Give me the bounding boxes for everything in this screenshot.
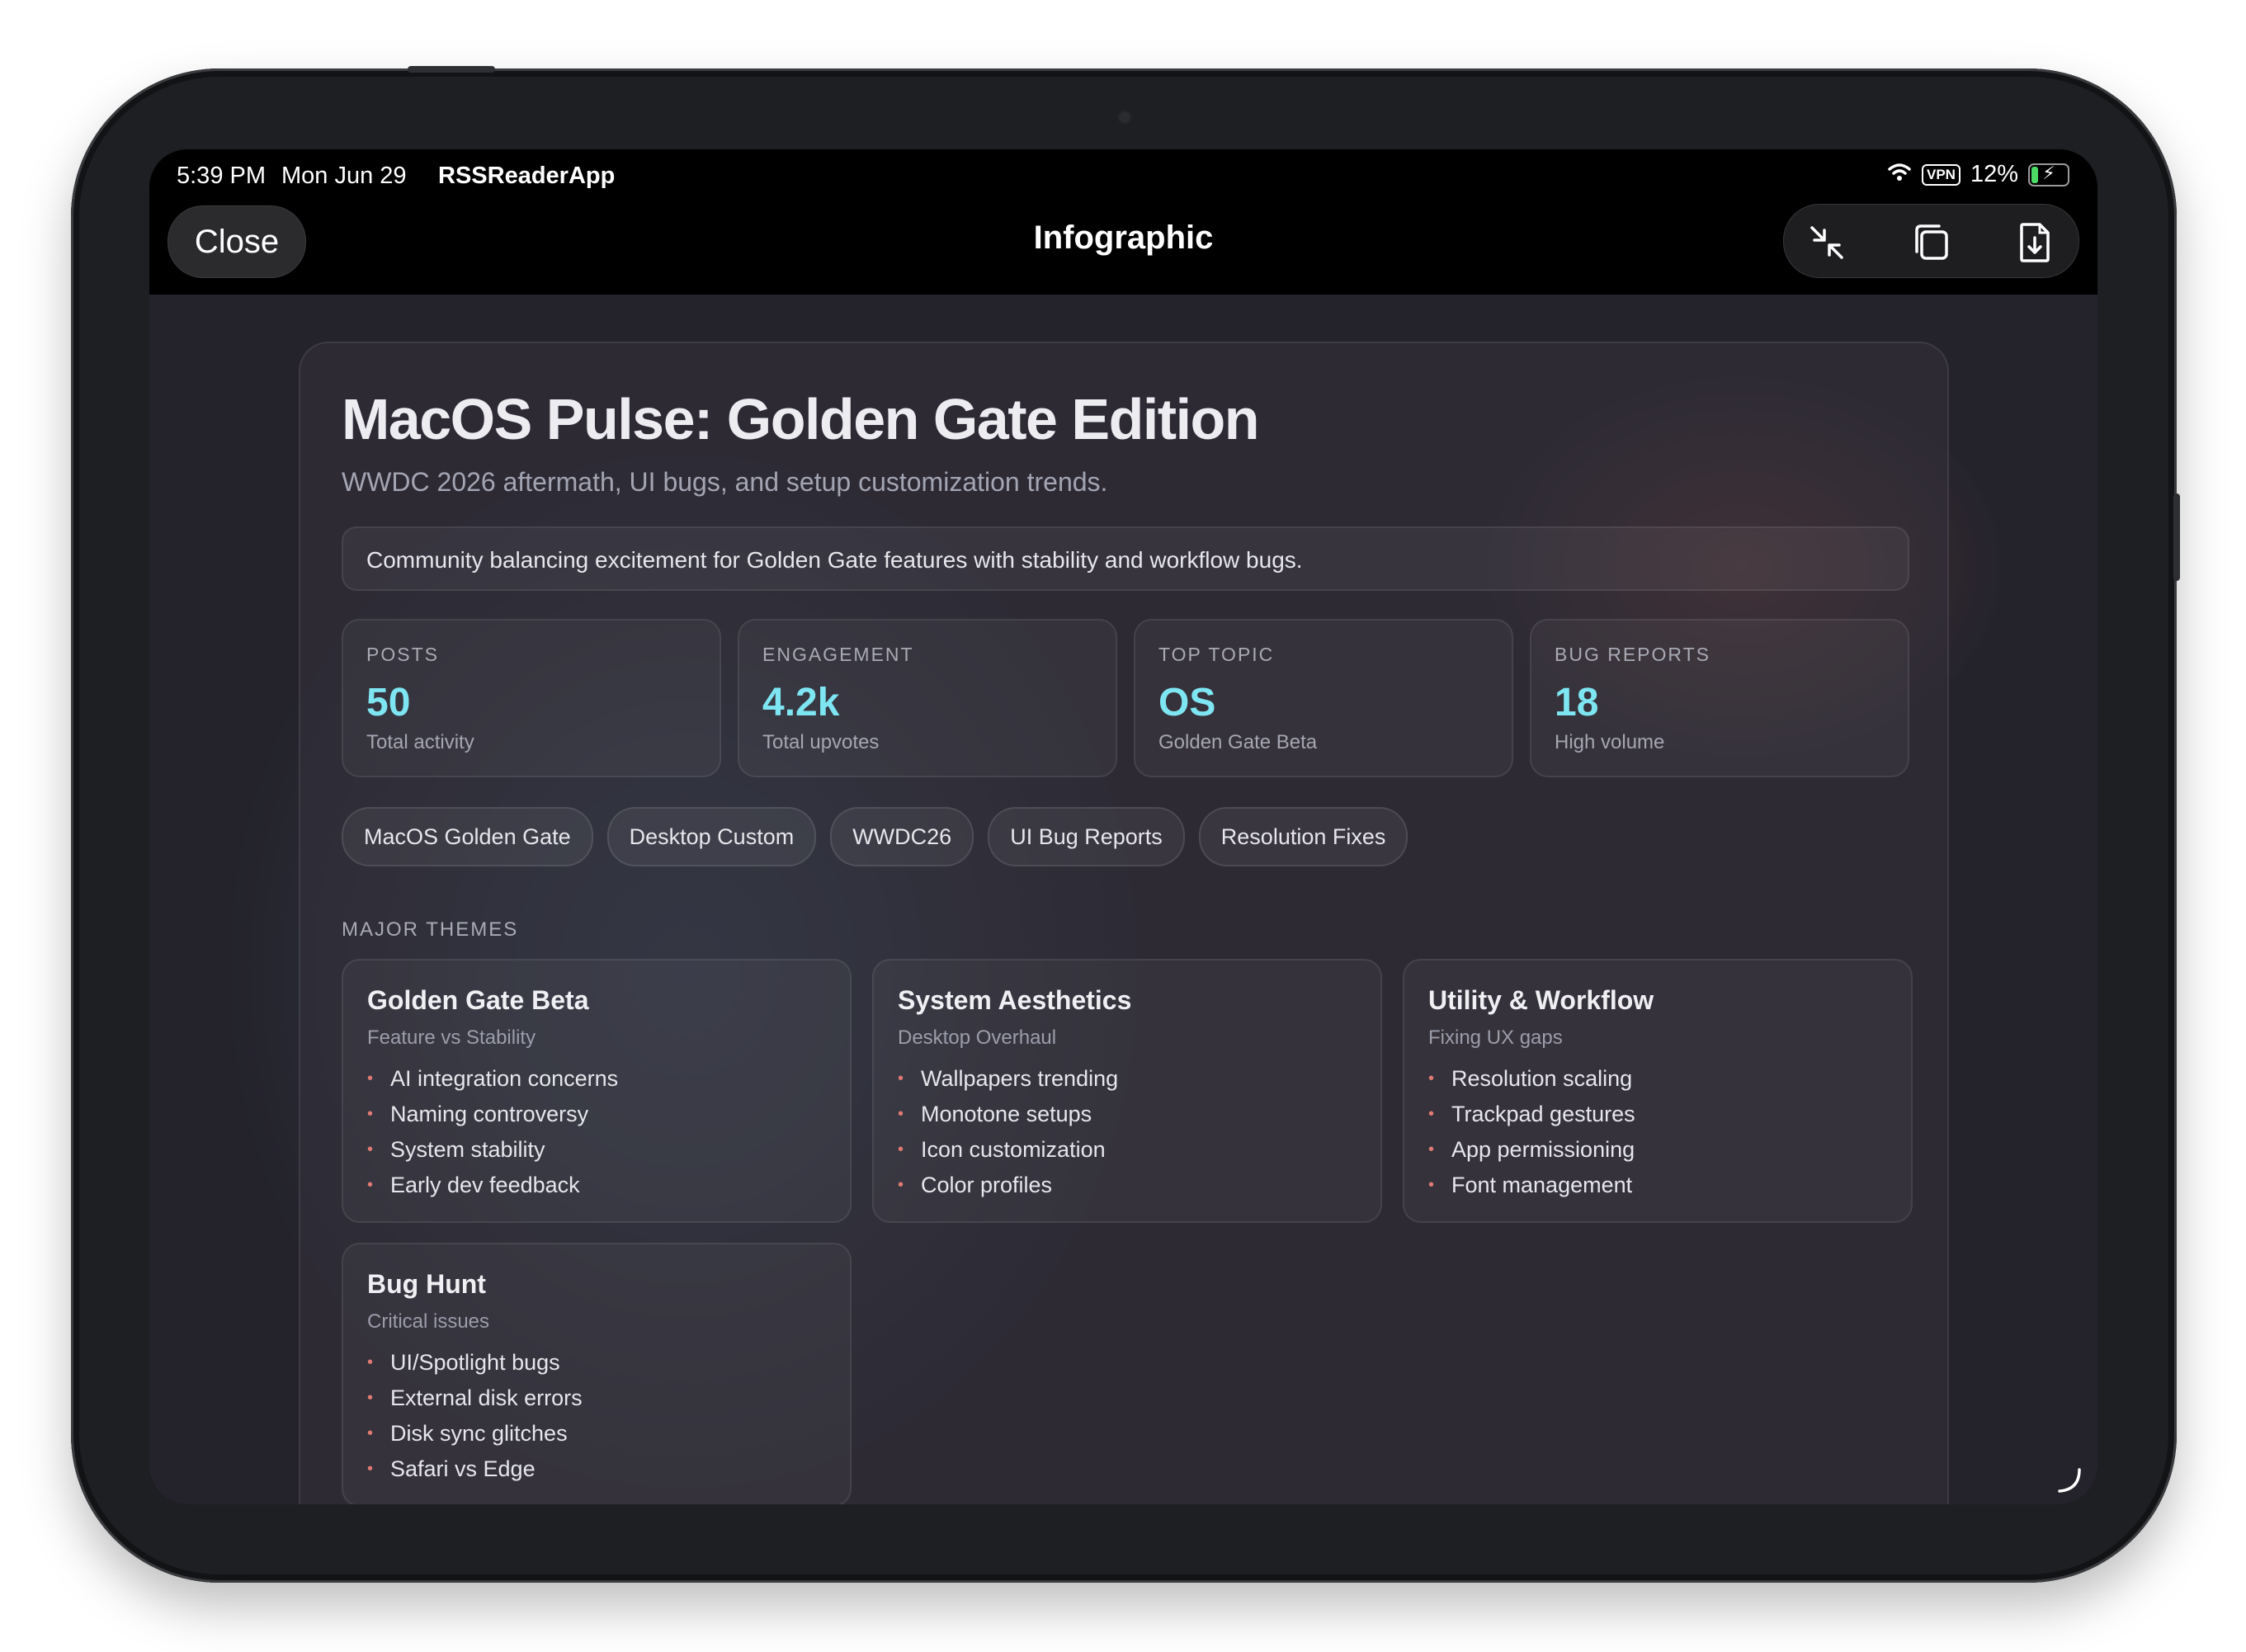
theme-items: • UI/Spotlight bugs • External disk errors… <box>367 1345 583 1487</box>
tag-chip[interactable]: MacOS Golden Gate <box>342 807 593 866</box>
theme-title: Bug Hunt <box>367 1269 486 1299</box>
theme-subtitle: Feature vs Stability <box>367 1027 536 1049</box>
collapse-arrows-icon[interactable] <box>1804 219 1850 266</box>
bullet-icon: • <box>367 1389 374 1407</box>
stat-sub: Golden Gate Beta <box>1158 731 1318 753</box>
status-date: Mon Jun 29 <box>281 163 407 189</box>
theme-card-system-aesthetics: System Aesthetics Desktop Overhaul • Wall… <box>872 959 1382 1223</box>
bullet-icon: • <box>367 1105 374 1123</box>
theme-card-utility-workflow: Utility & Workflow Fixing UX gaps • Resol… <box>1403 959 1913 1223</box>
volume-button <box>2173 493 2180 581</box>
theme-items: • Resolution scaling • Trackpad gestures •… <box>1428 1061 1635 1203</box>
copy-icon[interactable] <box>1908 219 1954 266</box>
list-item: • Color profiles <box>898 1168 1118 1203</box>
list-item: • System stability <box>367 1132 618 1168</box>
stat-label: POSTS <box>366 644 439 665</box>
loading-spinner-icon <box>2055 1466 2083 1494</box>
list-item: • Safari vs Edge <box>367 1451 583 1487</box>
tag-chip[interactable]: UI Bug Reports <box>988 807 1185 866</box>
bullet-icon: • <box>367 1140 374 1159</box>
list-item: • UI/Spotlight bugs <box>367 1345 583 1381</box>
topic-tags: MacOS Golden Gate Desktop Custom WWDC26 … <box>342 807 1408 866</box>
list-item: • Icon customization <box>898 1132 1118 1168</box>
stat-card-top-topic: TOP TOPIC OS Golden Gate Beta <box>1134 619 1513 777</box>
stat-sub: Total upvotes <box>762 731 880 753</box>
stat-value: OS <box>1158 681 1216 725</box>
summary-box: Community balancing excitement for Golde… <box>342 526 1909 591</box>
theme-title: Utility & Workflow <box>1428 985 1654 1015</box>
stat-card-bug-reports: BUG REPORTS 18 High volume <box>1530 619 1909 777</box>
theme-card-bug-hunt: Bug Hunt Critical issues • UI/Spotlight b… <box>342 1243 852 1504</box>
bullet-icon: • <box>367 1460 374 1478</box>
battery-percent: 12% <box>1970 161 2018 187</box>
list-item: • Trackpad gestures <box>1428 1097 1635 1132</box>
stat-sub: High volume <box>1555 731 1665 753</box>
list-item: • Naming controversy <box>367 1097 618 1132</box>
bullet-icon: • <box>367 1069 374 1088</box>
stat-value: 4.2k <box>762 681 840 725</box>
bullet-icon: • <box>1428 1069 1435 1088</box>
stat-label: BUG REPORTS <box>1555 644 1710 665</box>
list-item: • AI integration concerns <box>367 1061 618 1097</box>
stat-value: 18 <box>1555 681 1599 725</box>
wifi-icon <box>1887 161 1912 188</box>
bullet-icon: • <box>898 1140 904 1159</box>
stat-card-posts: POSTS 50 Total activity <box>342 619 721 777</box>
list-item: • Resolution scaling <box>1428 1061 1635 1097</box>
infographic-card: MacOS Pulse: Golden Gate Edition WWDC 20… <box>299 342 1949 1504</box>
list-item: • Disk sync glitches <box>367 1416 583 1451</box>
battery-icon: ⚡ <box>2028 163 2069 186</box>
bullet-icon: • <box>367 1353 374 1371</box>
theme-items: • Wallpapers trending • Monotone setups • I… <box>898 1061 1118 1203</box>
vpn-badge: VPN <box>1921 163 1961 186</box>
bullet-icon: • <box>898 1069 904 1088</box>
theme-items: • AI integration concerns • Naming controv… <box>367 1061 618 1203</box>
theme-subtitle: Critical issues <box>367 1310 490 1333</box>
status-time: 5:39 PM <box>177 163 266 189</box>
theme-subtitle: Fixing UX gaps <box>1428 1027 1563 1049</box>
list-item: • External disk errors <box>367 1381 583 1416</box>
section-heading: MAJOR THEMES <box>342 918 519 941</box>
list-item: • Font management <box>1428 1168 1635 1203</box>
list-item: • Monotone setups <box>898 1097 1118 1132</box>
theme-title: Golden Gate Beta <box>367 985 589 1015</box>
status-app-name: RSSReaderApp <box>438 163 616 189</box>
bullet-icon: • <box>1428 1105 1435 1123</box>
infographic-view[interactable]: MacOS Pulse: Golden Gate Edition WWDC 20… <box>149 295 2097 1504</box>
theme-title: System Aesthetics <box>898 985 1132 1015</box>
export-document-icon[interactable] <box>2012 219 2058 266</box>
top-button <box>408 66 495 73</box>
stat-label: ENGAGEMENT <box>762 644 914 665</box>
bullet-icon: • <box>898 1176 904 1194</box>
toolbar-actions <box>1783 204 2079 278</box>
infographic-title: MacOS Pulse: Golden Gate Edition <box>342 387 1260 451</box>
status-indicators: VPN 12% ⚡ <box>1887 161 2069 188</box>
bullet-icon: • <box>898 1105 904 1123</box>
bullet-icon: • <box>367 1424 374 1442</box>
list-item: • App permissioning <box>1428 1132 1635 1168</box>
stat-value: 50 <box>366 681 411 725</box>
bullet-icon: • <box>1428 1140 1435 1159</box>
list-item: • Early dev feedback <box>367 1168 618 1203</box>
tag-chip[interactable]: Resolution Fixes <box>1198 807 1408 866</box>
theme-subtitle: Desktop Overhaul <box>898 1027 1057 1049</box>
stat-card-engagement: ENGAGEMENT 4.2k Total upvotes <box>738 619 1117 777</box>
bullet-icon: • <box>367 1176 374 1194</box>
status-bar: 5:39 PM Mon Jun 29 RSSReaderApp VPN 12% … <box>149 149 2097 207</box>
screen: 5:39 PM Mon Jun 29 RSSReaderApp VPN 12% … <box>149 149 2097 1504</box>
infographic-subtitle: WWDC 2026 aftermath, UI bugs, and setup … <box>342 467 1108 497</box>
theme-card-golden-gate-beta: Golden Gate Beta Feature vs Stability • A… <box>342 959 852 1223</box>
tag-chip[interactable]: Desktop Custom <box>606 807 817 866</box>
front-camera <box>1116 109 1133 125</box>
stat-sub: Total activity <box>366 731 474 753</box>
tag-chip[interactable]: WWDC26 <box>830 807 974 866</box>
list-item: • Wallpapers trending <box>898 1061 1118 1097</box>
bullet-icon: • <box>1428 1176 1435 1194</box>
stat-label: TOP TOPIC <box>1158 644 1275 665</box>
